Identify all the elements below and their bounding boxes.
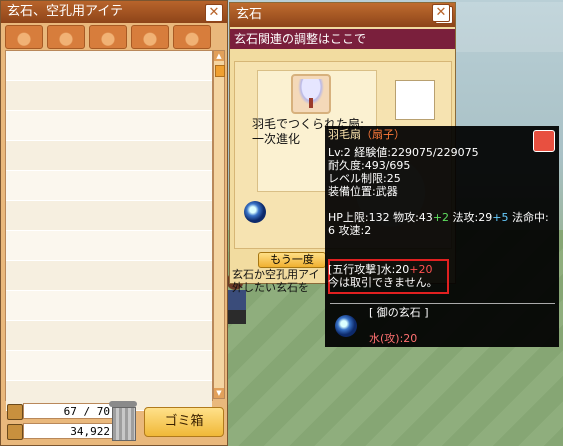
inventory-tab-3[interactable] <box>89 25 127 49</box>
tooltip-durability: 耐久度:493/695 <box>328 159 411 172</box>
genseki-subtitle: 玄石関連の調整はここで <box>230 29 455 49</box>
scroll-up-icon[interactable]: ▲ <box>214 51 224 61</box>
tooltip-element-plus: +20 <box>409 263 433 276</box>
inventory-capacity: 67 / 70 <box>23 403 115 419</box>
bag-icon <box>7 404 23 420</box>
fan-category-icon <box>533 130 555 152</box>
list-item[interactable] <box>6 201 212 231</box>
tooltip-element-attack: [五行攻撃]水:20 <box>328 263 410 276</box>
list-item[interactable] <box>6 291 212 321</box>
list-item[interactable] <box>6 351 212 381</box>
list-item[interactable] <box>6 321 212 351</box>
fan-handle <box>309 98 313 108</box>
list-item[interactable] <box>6 141 212 171</box>
list-item[interactable] <box>6 171 212 201</box>
inventory-tab-2[interactable] <box>47 25 85 49</box>
money-amount: 34,922 <box>23 423 115 439</box>
tooltip-stats-line2: 6 攻速:2 <box>328 224 372 237</box>
tooltip-stats-b-plus: +5 <box>492 211 509 224</box>
inventory-scrollbar[interactable]: ▲ ▼ <box>213 50 225 399</box>
list-item[interactable] <box>6 261 212 291</box>
inventory-window: 玄石、空孔用アイテ ✕ ▲ ▼ 67 / 70 34,922 ゴミ箱 <box>0 0 228 446</box>
item-tooltip: 羽毛扇（扇子） Lv:2 経験値:229075/229075 耐久度:493/6… <box>325 126 559 347</box>
inventory-title: 玄石、空孔用アイテ <box>1 1 227 23</box>
tooltip-item-category: （扇子） <box>361 128 405 141</box>
result-slot[interactable] <box>395 80 435 120</box>
inventory-list[interactable] <box>5 50 213 411</box>
money-icon <box>7 424 23 440</box>
list-item[interactable] <box>6 51 212 81</box>
gem-slot-icon[interactable] <box>244 201 266 223</box>
tooltip-stats-line1: HP上限:132 物攻:43+2 法攻:29+5 法命中: <box>328 212 549 224</box>
gem-icon <box>335 315 357 337</box>
tooltip-gem-title: [ 御の玄石 ] <box>369 306 429 319</box>
help-note-line2: 外したい玄石を <box>232 281 309 294</box>
genseki-title: 玄石 <box>230 3 455 27</box>
right-close-button[interactable]: ✕ <box>432 4 450 22</box>
tooltip-separator <box>330 303 555 304</box>
tooltip-stats-c: 法命中: <box>508 211 549 224</box>
list-item[interactable] <box>6 81 212 111</box>
help-note: 玄石か空孔用アイ 外したい玄石を <box>232 268 332 294</box>
trash-icon[interactable] <box>109 401 137 441</box>
tooltip-stats-b: 法攻:29 <box>449 211 493 224</box>
tooltip-stats-a-plus: +2 <box>432 211 450 224</box>
item-slot[interactable] <box>291 74 331 114</box>
tooltip-trade-notice: 今は取引できません。 <box>328 276 438 289</box>
scroll-thumb[interactable] <box>215 65 225 77</box>
again-button[interactable]: もう一度 <box>258 252 326 268</box>
inventory-tabs <box>5 25 211 49</box>
tooltip-level-exp: Lv:2 経験値:229075/229075 <box>328 146 479 159</box>
inventory-close-button[interactable]: ✕ <box>205 4 223 22</box>
list-item[interactable] <box>6 231 212 261</box>
trash-button[interactable]: ゴミ箱 <box>144 407 224 437</box>
tooltip-element-line: [五行攻撃]水:20+20 <box>328 264 433 276</box>
help-note-line1: 玄石か空孔用アイ <box>232 268 320 281</box>
inventory-tab-5[interactable] <box>173 25 211 49</box>
tooltip-level-req: レベル制限:25 <box>328 172 401 185</box>
inventory-tab-4[interactable] <box>131 25 169 49</box>
scroll-down-icon[interactable]: ▼ <box>214 388 224 398</box>
tooltip-stats-a: HP上限:132 物攻:43 <box>328 211 433 224</box>
right-window-frame <box>456 2 563 52</box>
list-item[interactable] <box>6 111 212 141</box>
tooltip-equip-pos: 装備位置:武器 <box>328 185 398 198</box>
inventory-tab-1[interactable] <box>5 25 43 49</box>
tooltip-gem-effect: 水(攻):20 <box>369 332 418 345</box>
tooltip-item-name: 羽毛扇 <box>328 128 361 141</box>
